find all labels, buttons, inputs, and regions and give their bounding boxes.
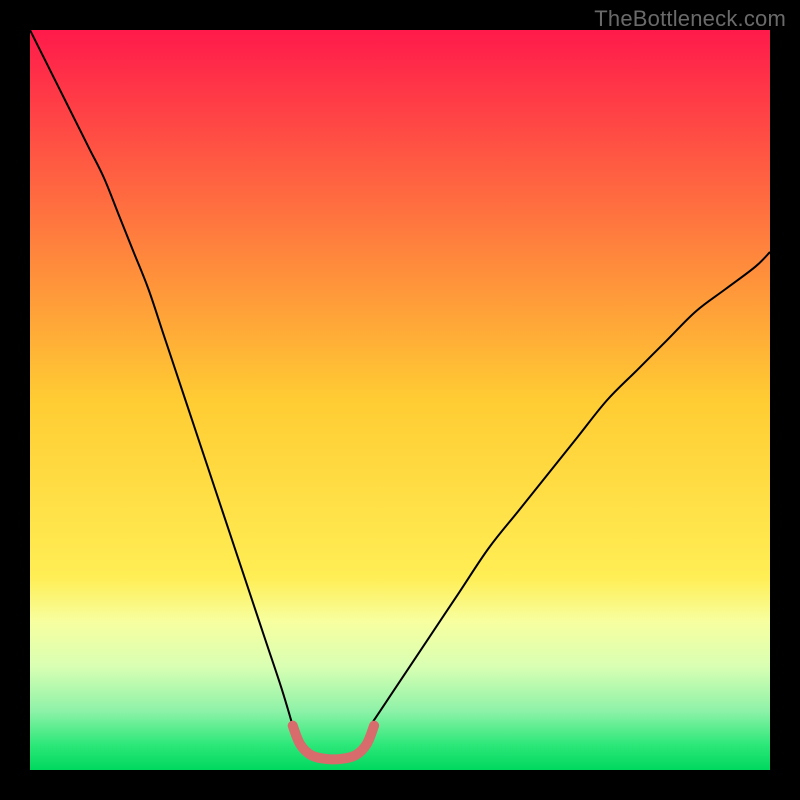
chart-svg: [30, 30, 770, 770]
chart-plot-area: [30, 30, 770, 770]
watermark-text: TheBottleneck.com: [594, 6, 786, 32]
chart-frame: TheBottleneck.com: [0, 0, 800, 800]
chart-background: [30, 30, 770, 770]
